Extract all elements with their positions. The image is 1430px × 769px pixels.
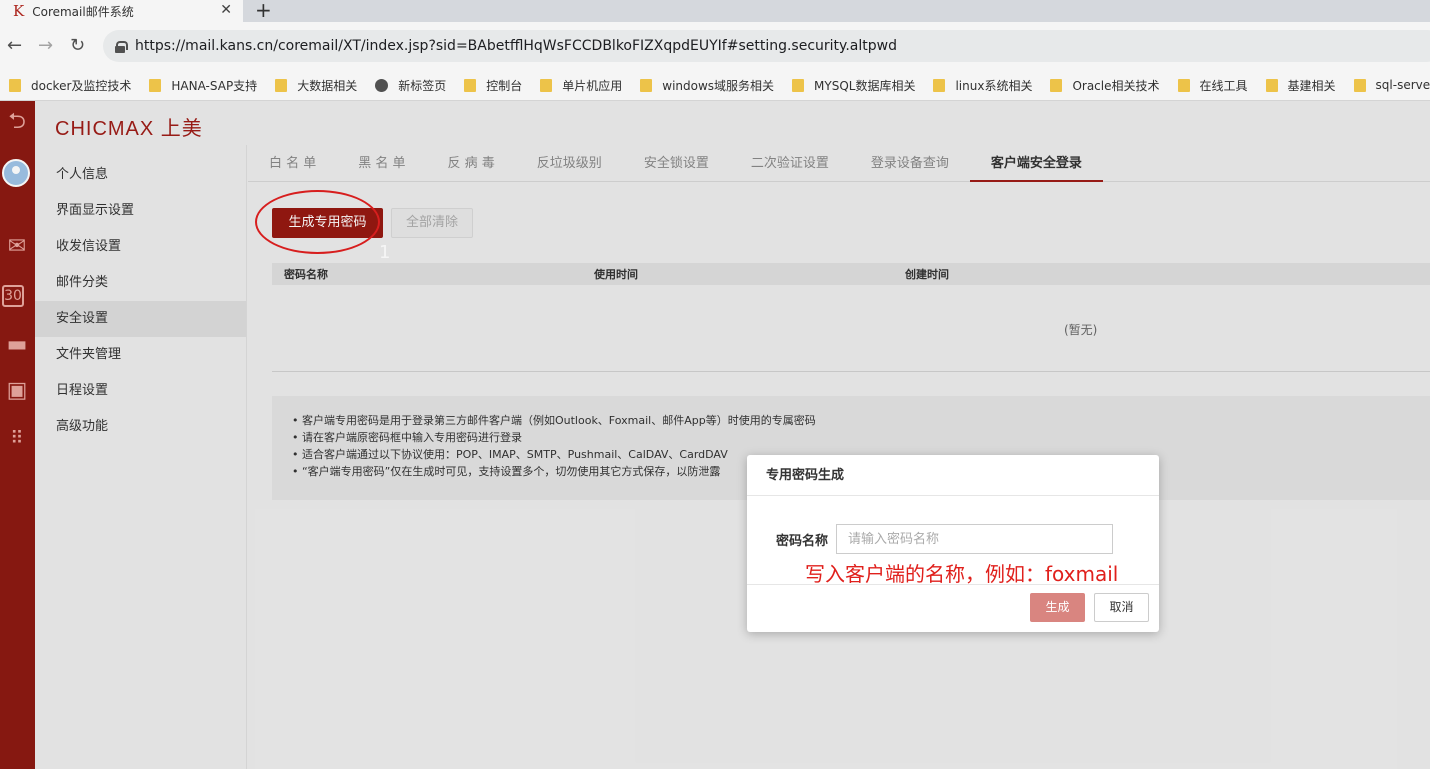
modal-overlay <box>0 0 1430 769</box>
dialog-cancel-button[interactable]: 取消 <box>1094 593 1149 622</box>
password-name-label: 密码名称 <box>776 534 829 549</box>
dialog-footer-divider <box>747 584 1159 585</box>
dialog-generate-button[interactable]: 生成 <box>1030 593 1085 622</box>
generate-password-dialog: 专用密码生成 密码名称 写入客户端的名称，例如：foxmail 生成 取消 <box>747 455 1159 632</box>
password-name-input[interactable] <box>836 524 1113 554</box>
annotation-note: 写入客户端的名称，例如：foxmail <box>805 562 1119 586</box>
dialog-title: 专用密码生成 <box>747 455 1159 496</box>
